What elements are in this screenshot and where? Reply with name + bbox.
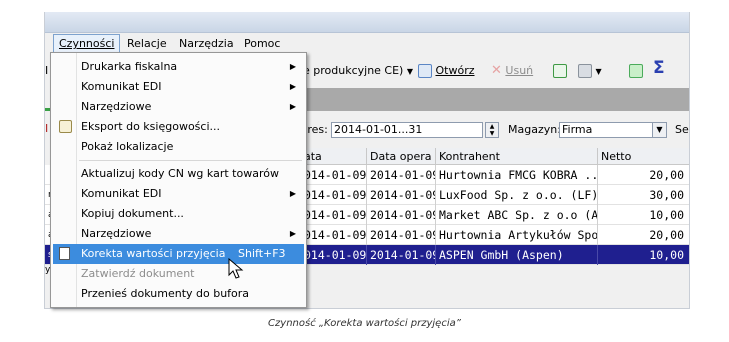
menu-narzedzia[interactable]: Narzędzia <box>174 34 239 53</box>
chevron-down-icon: ▼ <box>652 123 666 137</box>
delete-button[interactable]: ✕ Usuń <box>491 63 533 79</box>
menu-item-approve-document: Zatwierdź dokument <box>53 264 304 284</box>
menu-item-accounting-export[interactable]: Eksport do księgowości... <box>53 117 304 137</box>
folder-button[interactable] <box>629 63 643 79</box>
menu-item-label: Narzędziowe <box>81 227 152 240</box>
cell-net: 30,00 <box>598 185 689 205</box>
column-header-net[interactable]: Netto <box>598 148 689 165</box>
menu-bar: Czynności Relacje Narzędzia Pomoc <box>45 34 689 53</box>
cell-contractor: Hurtownia Artykułów Spo... <box>436 225 598 245</box>
period-value: 2014-01-01...31 <box>334 123 423 136</box>
title-bar <box>45 12 689 33</box>
refresh-button[interactable] <box>553 63 567 79</box>
cell-net: 10,00 <box>598 245 689 265</box>
menu-item-receipt-value-correction[interactable]: Korekta wartości przyjęcia Shift+F3 <box>53 244 304 264</box>
accounting-export-icon <box>59 120 72 133</box>
cell-operation-date: 2014-01-09 <box>367 205 436 225</box>
left-glyph: I <box>45 64 49 77</box>
menu-pomoc[interactable]: Pomoc <box>239 34 285 53</box>
cell-operation-date: 2014-01-09 <box>367 165 436 185</box>
chevron-down-icon: ▼ <box>595 67 602 76</box>
menu-item-label: Przenieś dokumenty do bufora <box>81 287 250 300</box>
menu-item-label: Kopiuj dokument... <box>81 207 184 220</box>
cell-contractor: LuxFood Sp. z o.o. (LF) <box>436 185 598 205</box>
menu-item-label: Komunikat EDI <box>81 80 162 93</box>
menu-item-label: Drukarka fiskalna <box>81 60 178 73</box>
submenu-arrow-icon: ▶ <box>289 62 296 71</box>
menu-item-update-cn-codes[interactable]: Aktualizuj kody CN wg kart towarów <box>53 164 304 184</box>
menu-item-edi-message[interactable]: Komunikat EDI ▶ <box>53 77 304 97</box>
left-glyph: I <box>45 122 49 135</box>
open-button[interactable]: Otwórz <box>418 63 475 79</box>
czynnosci-dropdown-menu: Drukarka fiskalna ▶ Komunikat EDI ▶ Narz… <box>50 52 307 308</box>
correction-document-icon <box>59 247 70 260</box>
menu-item-label: Eksport do księgowości... <box>81 120 220 133</box>
menu-item-edi-message-2[interactable]: Komunikat EDI ▶ <box>53 184 304 204</box>
menu-pomoc-label: Pomoc <box>244 37 281 50</box>
cell-operation-date: 2014-01-09 <box>367 185 436 205</box>
document-type-combo-text: e produkcyjne CE) <box>303 64 404 77</box>
cell-date: 014-01-09 <box>301 225 367 245</box>
cell-operation-date: 2014-01-09 <box>367 245 436 265</box>
menu-separator <box>79 160 302 161</box>
cell-contractor: Hurtownia FMCG KOBRA ... <box>436 165 598 185</box>
cell-contractor: Market ABC Sp. z o.o (Abc) <box>436 205 598 225</box>
figure-caption: Czynność „Korekta wartości przyjęcia” <box>268 318 461 329</box>
mouse-cursor-icon <box>228 258 244 279</box>
period-input[interactable]: 2014-01-01...31 <box>331 122 483 138</box>
menu-item-label: Korekta wartości przyjęcia <box>81 247 226 260</box>
submenu-arrow-icon: ▶ <box>289 82 296 91</box>
cell-net: 20,00 <box>598 225 689 245</box>
column-header-date[interactable]: ata <box>301 148 367 165</box>
delete-button-label: Usuń <box>505 64 534 77</box>
refresh-icon <box>553 64 567 78</box>
open-document-icon <box>418 64 432 78</box>
submenu-arrow-icon: ▶ <box>289 189 296 198</box>
menu-narzedzia-label: Narzędzia <box>179 37 234 50</box>
cell-date: 014-01-09 <box>301 165 367 185</box>
warehouse-label: Magazyn: <box>508 123 561 136</box>
submenu-arrow-icon: ▶ <box>289 229 296 238</box>
delete-icon: ✕ <box>491 63 502 78</box>
menu-czynnosci[interactable]: Czynności <box>53 34 121 53</box>
menu-czynnosci-label: Czynności <box>59 37 115 50</box>
menu-item-label: Zatwierdź dokument <box>81 267 195 280</box>
chevron-down-icon: ▼ <box>406 67 414 76</box>
submenu-arrow-icon: ▶ <box>289 102 296 111</box>
printer-icon <box>578 64 592 78</box>
sigma-icon: Σ <box>653 58 665 78</box>
warehouse-select[interactable]: Firma ▼ <box>559 122 667 138</box>
cell-operation-date: 2014-01-09 <box>367 225 436 245</box>
sum-button[interactable]: Σ <box>653 58 665 78</box>
menu-item-fiscal-printer[interactable]: Drukarka fiskalna ▶ <box>53 57 304 77</box>
column-header-operation-date[interactable]: Data opera <box>367 148 436 165</box>
menu-item-label: Pokaż lokalizacje <box>81 140 174 153</box>
menu-item-tools-2[interactable]: Narzędziowe ▶ <box>53 224 304 244</box>
print-button[interactable]: ▼ <box>578 63 602 79</box>
menu-item-shortcut: Shift+F3 <box>238 247 286 260</box>
period-spinner[interactable]: ▲ ▼ <box>485 122 499 138</box>
cell-date: 014-01-09 <box>301 205 367 225</box>
menu-item-show-locations[interactable]: Pokaż lokalizacje <box>53 137 304 157</box>
cell-date: 014-01-09 <box>301 185 367 205</box>
menu-item-move-to-buffer[interactable]: Przenieś dokumenty do bufora <box>53 284 304 304</box>
menu-item-label: Komunikat EDI <box>81 187 162 200</box>
extra-filter-label: Ser <box>675 123 689 136</box>
folder-icon <box>629 64 643 78</box>
menu-relacje[interactable]: Relacje <box>122 34 172 53</box>
menu-item-copy-document[interactable]: Kopiuj dokument... <box>53 204 304 224</box>
menu-item-label: Narzędziowe <box>81 100 152 113</box>
document-type-combo[interactable]: e produkcyjne CE) ▼ <box>303 63 413 79</box>
menu-relacje-label: Relacje <box>127 37 167 50</box>
open-button-label: Otwórz <box>435 64 475 77</box>
cell-contractor: ASPEN GmbH (Aspen) <box>436 245 598 265</box>
cell-net: 10,00 <box>598 205 689 225</box>
column-header-contractor[interactable]: Kontrahent <box>436 148 598 165</box>
cell-date: 014-01-09 <box>301 245 367 265</box>
cell-net: 20,00 <box>598 165 689 185</box>
menu-item-label: Aktualizuj kody CN wg kart towarów <box>81 167 279 180</box>
menu-item-tools[interactable]: Narzędziowe ▶ <box>53 97 304 117</box>
warehouse-value: Firma <box>562 123 593 136</box>
